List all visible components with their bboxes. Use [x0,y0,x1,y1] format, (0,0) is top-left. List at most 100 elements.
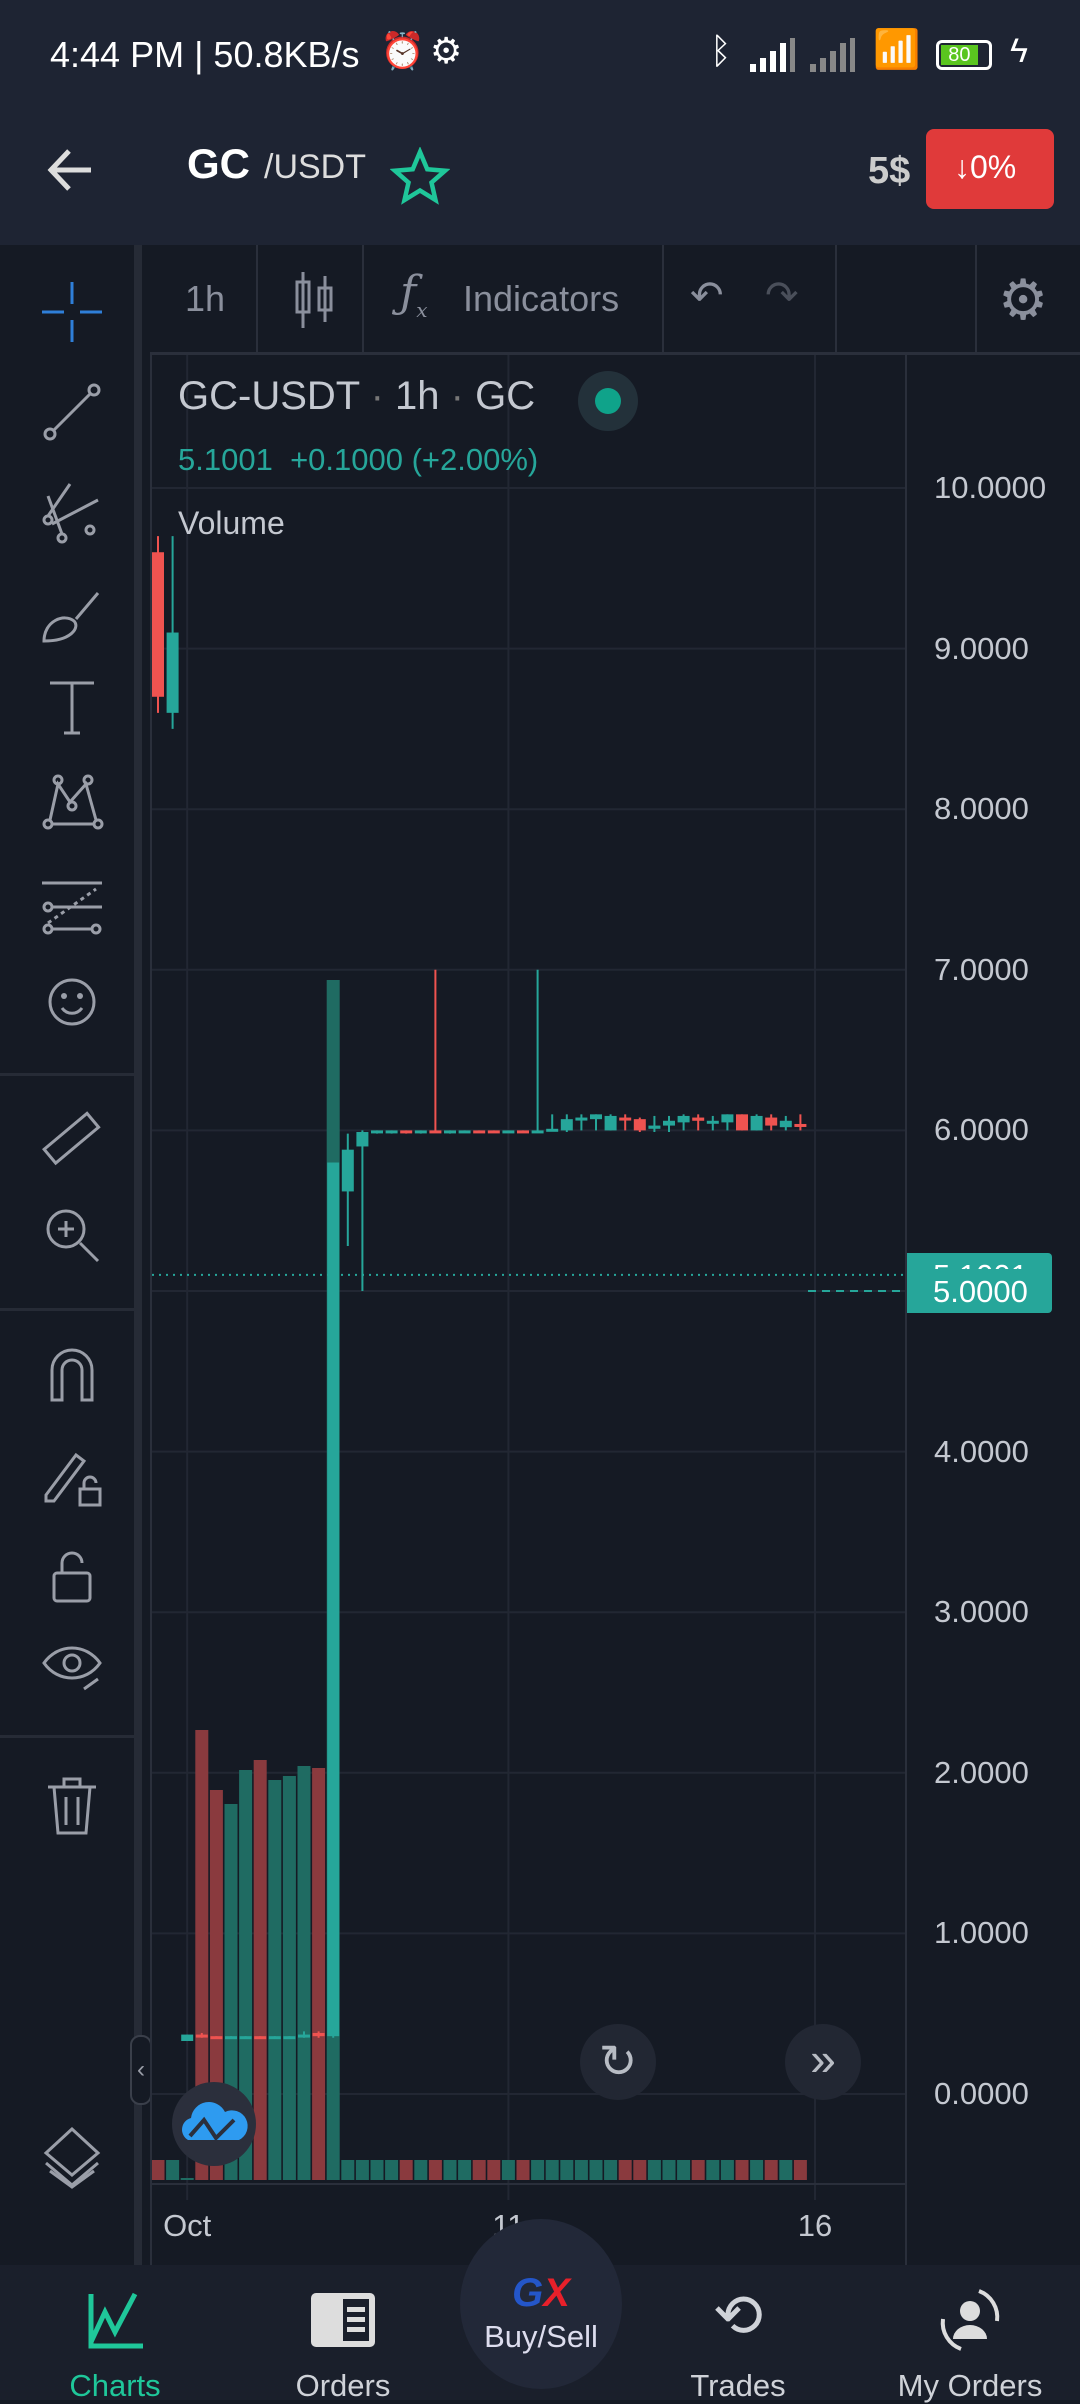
candle-body [371,1130,383,1134]
volume-bar [282,1776,296,2180]
candle-body [356,1132,369,1147]
candle-body [765,1117,778,1126]
reset-chart-button[interactable]: ↻ [580,2024,656,2100]
volume-bar [691,2160,705,2180]
candle-body [444,1130,456,1134]
candle-body [181,2034,194,2042]
nav-charts-label: Charts [69,2368,161,2403]
order-book-icon [311,2293,375,2347]
volume-bar [531,2160,545,2180]
candlestick-chart[interactable] [0,0,1080,2400]
candle-body [298,2034,310,2038]
volume-bar [180,2178,194,2180]
volume-bar [677,2160,691,2180]
volume-bar [720,2160,734,2180]
volume-bar [706,2160,720,2180]
candle-body [152,552,164,697]
volume-bar [750,2160,764,2180]
legend-values: 5.1001 +0.1000 (+2.00%) [178,442,538,478]
scroll-to-latest-button[interactable]: » [785,2024,861,2100]
legend-last-price: 5.1001 [178,442,273,477]
volume-bar [574,2160,588,2180]
volume-bar [793,2160,807,2180]
candle-body [721,1114,734,1123]
candle-body [736,1114,748,1131]
candle-body [648,1125,661,1129]
candle-body [400,1130,413,1134]
candle-body [517,1130,529,1134]
chart-left-border [150,355,152,2265]
volume-bar [385,2160,399,2180]
candle-body [750,1115,763,1131]
nav-charts[interactable]: Charts [15,2265,215,2403]
volume-bar [560,2160,574,2180]
volume-bar [735,2160,749,2180]
candle-body [473,1130,486,1134]
volume-bar [501,2160,515,2180]
double-chevron-right-icon: » [810,2033,836,2085]
candle-body [210,2036,223,2040]
bottom-nav: Charts Orders GX Buy/Sell ⟲ Trades My Or… [0,2219,1080,2403]
price-tick-label: 4.0000 [934,1433,1029,1469]
price-tick-label: 8.0000 [934,791,1029,827]
chart-line-icon [88,2292,143,2349]
volume-bar [355,2160,369,2180]
nav-buy-sell-label: Buy/Sell [484,2319,598,2354]
volume-bar [341,2160,355,2180]
candle-body [254,2036,267,2040]
volume-bar [589,2160,603,2180]
price-tick-label: 2.0000 [934,1754,1029,1790]
volume-bar [604,2160,618,2180]
price-tick-label: 1.0000 [934,1915,1029,1951]
candle-body [195,2034,208,2038]
candle-body [312,2032,325,2037]
nav-my-orders-label: My Orders [897,2368,1043,2403]
tradingview-cloud-button[interactable] [172,2082,256,2166]
nav-buy-sell[interactable]: GX Buy/Sell [460,2219,622,2389]
volume-bar [312,1768,326,2180]
nav-my-orders[interactable]: My Orders [865,2265,1075,2403]
nav-trades-label: Trades [690,2368,786,2403]
volume-bar [297,1766,311,2180]
price-tick-label: 9.0000 [934,630,1029,666]
volume-bar [458,2160,472,2180]
candle-body [341,1149,354,1192]
volume-bar [370,2160,384,2180]
nav-orders[interactable]: Orders [243,2265,443,2403]
candle-body [458,1130,471,1134]
nav-orders-label: Orders [295,2368,391,2403]
nav-trades[interactable]: ⟲ Trades [638,2265,838,2403]
candle-body [414,1130,427,1134]
volume-bar [151,2160,165,2180]
candle-body [590,1114,602,1120]
legend-exchange: GC [475,374,536,418]
candle-body [794,1123,807,1127]
volume-bar [487,2160,501,2180]
candle-body [604,1115,617,1131]
price-axis-badge: 5.0000 [907,1269,1052,1313]
history-icon: ⟲ [712,2282,764,2349]
volume-bar [764,2160,778,2180]
candle-body [546,1128,559,1132]
candle-body [575,1117,588,1121]
volume-bar [399,2160,413,2180]
time-tick-label: 16 [797,2208,833,2243]
candle-body [166,632,179,713]
volume-bar [647,2160,661,2180]
volume-bar [633,2160,647,2180]
market-status-indicator [578,371,638,431]
gx-logo: GX [512,2271,570,2315]
legend-interval: 1h [395,374,440,418]
price-tick-label: 10.0000 [934,470,1047,505]
price-tick-label: 3.0000 [934,1594,1029,1630]
volume-bar [516,2160,530,2180]
candle-body [239,2036,252,2040]
volume-bar [545,2160,559,2180]
candle-body [268,2036,281,2040]
time-tick-label: Oct [163,2208,212,2243]
cloud-chart-icon [182,2102,248,2142]
price-tick-label: 0.0000 [934,2076,1029,2111]
candle-body [385,1130,398,1134]
candle-body [487,1130,500,1134]
candle-body [779,1120,792,1128]
